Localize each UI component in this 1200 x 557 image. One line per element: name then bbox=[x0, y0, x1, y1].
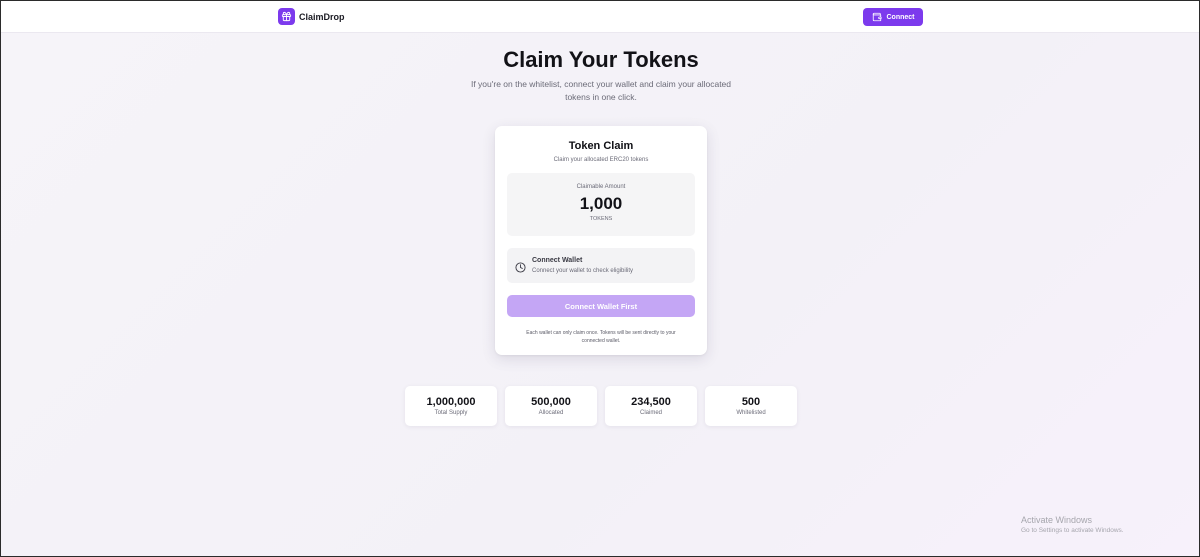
brand-name: ClaimDrop bbox=[299, 11, 345, 22]
card-title: Token Claim bbox=[568, 140, 634, 152]
claim-note: Each wallet can only claim once. Tokens … bbox=[511, 329, 691, 345]
stat-value: 500 bbox=[741, 396, 761, 408]
stat-value: 234,500 bbox=[631, 396, 671, 408]
clock-icon bbox=[515, 260, 526, 273]
gift-icon bbox=[278, 8, 295, 25]
stat-label: Whitelisted bbox=[736, 410, 766, 416]
stat-label: Total Supply bbox=[434, 410, 468, 416]
page-subtitle-line: tokens in one click. bbox=[565, 92, 637, 102]
amount-unit: TOKENS bbox=[589, 216, 613, 222]
stat-label: Allocated bbox=[538, 410, 564, 416]
stat-card-allocated: 500,000 Allocated bbox=[505, 386, 597, 426]
watermark-subtitle: Go to Settings to activate Windows. bbox=[1021, 527, 1124, 534]
token-claim-card: Token Claim Claim your allocated ERC20 t… bbox=[495, 126, 707, 355]
wallet-icon bbox=[872, 12, 882, 22]
wallet-status-panel: Connect Wallet Connect your wallet to ch… bbox=[507, 248, 695, 283]
stat-label: Claimed bbox=[639, 410, 662, 416]
claim-button[interactable]: Connect Wallet First bbox=[507, 295, 695, 317]
connect-button-label: Connect bbox=[886, 13, 915, 21]
stat-card-total-supply: 1,000,000 Total Supply bbox=[405, 386, 497, 426]
claim-note-line: Each wallet can only claim once. Tokens … bbox=[526, 330, 676, 336]
card-subtitle: Claim your allocated ERC20 tokens bbox=[553, 157, 649, 163]
amount-label: Claimable Amount bbox=[576, 184, 626, 190]
amount-value: 1,000 bbox=[579, 194, 623, 213]
stat-card-whitelisted: 500 Whitelisted bbox=[705, 386, 797, 426]
status-title: Connect Wallet bbox=[532, 257, 583, 264]
claimable-amount-panel: Claimable Amount 1,000 TOKENS bbox=[507, 173, 695, 236]
page-title: Claim Your Tokens bbox=[503, 47, 699, 72]
activate-windows-watermark: Activate Windows Go to Settings to activ… bbox=[1021, 515, 1124, 534]
top-navbar: ClaimDrop Connect bbox=[1, 1, 1199, 33]
connect-button[interactable]: Connect bbox=[863, 8, 923, 26]
watermark-title: Activate Windows bbox=[1021, 515, 1093, 525]
page-subtitle-line: If you're on the whitelist, connect your… bbox=[470, 79, 732, 89]
stat-value: 500,000 bbox=[531, 396, 571, 408]
page-subtitle: If you're on the whitelist, connect your… bbox=[461, 78, 741, 104]
brand[interactable]: ClaimDrop bbox=[278, 8, 345, 25]
stat-value: 1,000,000 bbox=[426, 396, 476, 408]
stat-card-claimed: 234,500 Claimed bbox=[605, 386, 697, 426]
status-text: Connect your wallet to check eligibility bbox=[532, 268, 634, 274]
claim-note-line: connected wallet. bbox=[581, 338, 621, 344]
